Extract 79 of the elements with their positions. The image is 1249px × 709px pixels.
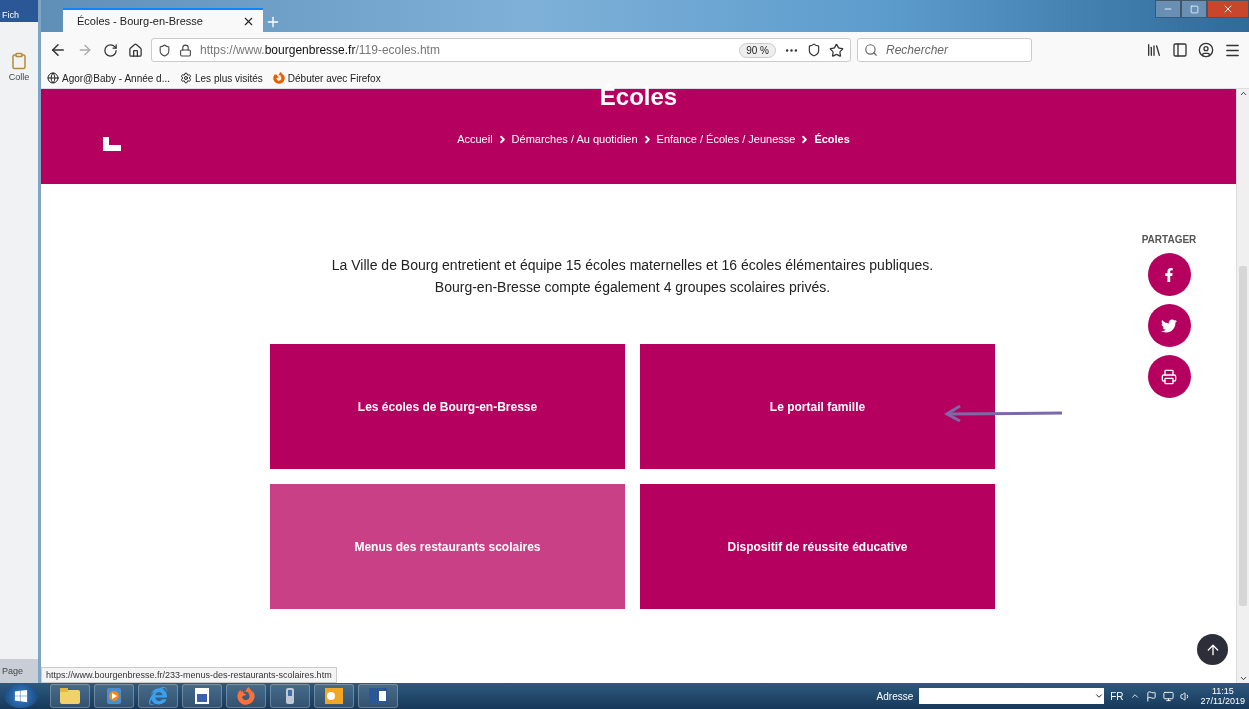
scroll-top-button[interactable] [1197,634,1228,665]
search-icon [864,43,878,57]
phone-icon [284,687,296,705]
taskbar-app[interactable] [182,684,222,708]
browser-tab[interactable]: Écoles - Bourg-en-Bresse [63,8,263,32]
scrollbar[interactable] [1236,89,1249,683]
home-icon [128,42,143,58]
taskbar-app[interactable] [314,684,354,708]
bookmark-link[interactable]: Les plus visités [180,72,263,84]
scroll-down-icon[interactable] [1238,674,1248,683]
language-indicator[interactable]: FR [1110,690,1124,702]
clock[interactable]: 11:15 27/11/2019 [1200,686,1245,706]
sidebar-button[interactable] [1170,40,1190,60]
share-button[interactable] [1147,304,1191,347]
status-label: Page [2,666,24,676]
close-icon [1222,3,1234,15]
link-tile[interactable]: Les écoles de Bourg-en-Bresse [270,344,625,469]
folder-icon [59,687,81,705]
taskbar-app[interactable] [358,684,398,708]
breadcrumb-link[interactable]: Démarches / Au quotidien [511,133,638,145]
lock-icon [179,43,192,57]
bookmark-star-icon[interactable] [829,42,844,58]
address-bar[interactable]: https://www.bourgenbresse.fr/119-ecoles.htm 90 % [151,38,851,62]
intro-text: Bourg-en-Bresse compte également 4 groupes scolaires privés. [434,278,831,297]
share-label: PARTAGER [1141,234,1197,245]
ribbon-label: Colle [8,72,30,82]
internet-explorer-icon [149,687,167,705]
search-field[interactable]: Rechercher [857,38,1032,62]
facebook-icon [1162,267,1176,282]
status-url: https://www.bourgenbresse.fr/233-menus-des-restaurants-scolaires.htm [41,667,337,683]
bookmark-link[interactable]: Débuter avec Firefox [272,72,381,84]
print-icon [1161,368,1177,385]
clipboard-icon [10,52,28,70]
network-icon[interactable] [1162,690,1174,702]
breadcrumb-link[interactable]: Accueil [457,133,493,145]
plus-icon [265,14,281,30]
share-button[interactable] [1147,253,1191,296]
link-tile[interactable]: Dispositif de réussite éducative [640,484,995,609]
taskbar-app[interactable] [50,684,90,708]
breadcrumb-link[interactable]: Enfance / Écoles / Jeunesse [656,133,796,145]
link-tile[interactable]: Menus des restaurants scolaires [270,484,625,609]
breadcrumb-link[interactable]: Écoles [814,133,850,145]
address-label: Adresse [876,690,914,702]
firefox-icon [237,687,255,705]
reload-icon [103,42,118,58]
intro-text: La Ville de Bourg entretient et équipe 15 écoles maternelles et 16 écoles élémentaires publiques. [331,256,934,275]
media-player-icon [106,687,122,705]
minimize-button[interactable] [1155,0,1181,18]
maximize-icon [1189,4,1199,14]
firefox-icon [272,72,285,84]
zoom-indicator[interactable]: 90 % [739,42,776,58]
page-title: Écoles [599,83,678,111]
start-button[interactable] [4,684,38,708]
logo-icon [103,137,121,151]
dropdown-icon [1094,691,1105,701]
maximize-button[interactable] [1181,0,1207,18]
calendar-icon [194,687,210,705]
bookmark-link[interactable]: Agor@Baby - Année d... [47,72,170,84]
account-button[interactable] [1196,40,1216,60]
globe-icon [47,72,59,84]
outlook-icon [324,687,344,705]
forward-arrow-icon [77,42,93,58]
address-field[interactable] [919,688,1105,704]
twitter-icon [1161,317,1177,334]
flag-icon[interactable] [1145,690,1157,702]
taskbar-app[interactable] [270,684,310,708]
sidebar-icon [1172,42,1188,58]
share-button[interactable] [1147,355,1191,398]
scroll-up-icon[interactable] [1238,89,1248,98]
windows-logo-icon [14,689,28,703]
library-icon [1146,42,1162,58]
link-tile[interactable]: Le portail famille [640,344,995,469]
account-icon [1198,42,1214,58]
taskbar-app[interactable] [94,684,134,708]
shield-icon [158,43,171,57]
volume-icon[interactable] [1179,690,1191,702]
word-icon [368,687,388,705]
gear-icon [180,72,192,84]
tray-expand-icon[interactable] [1129,691,1140,701]
